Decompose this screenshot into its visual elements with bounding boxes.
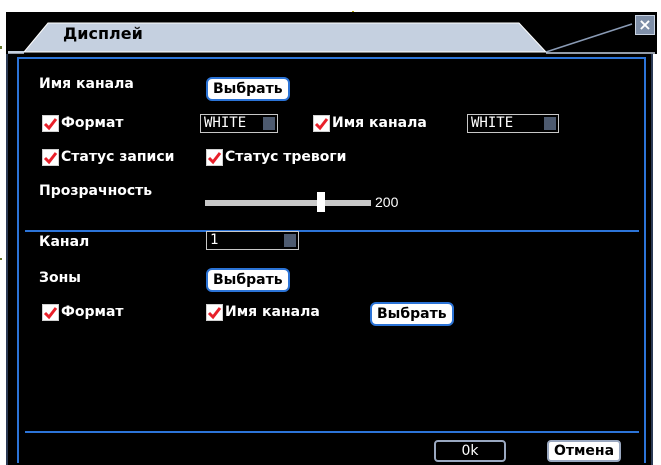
zones-label: Зоны [39, 270, 81, 286]
dropdown-arrow-icon [284, 234, 296, 247]
dropdown-arrow-icon [544, 117, 556, 130]
channel-name-select-button-2[interactable]: Выбрать [370, 302, 454, 326]
channel-label: Канал [39, 234, 90, 250]
channel-name-select-button[interactable]: Выбрать [206, 77, 290, 101]
checkmark-icon [43, 118, 58, 131]
edge-mark [0, 46, 2, 49]
alarm-status-label: Статус тревоги [225, 149, 347, 165]
record-status-checkbox[interactable] [42, 149, 59, 166]
checkmark-icon [43, 152, 58, 165]
dialog-title: Дисплей [63, 24, 143, 43]
channel-select-value: 1 [210, 232, 219, 248]
checkmark-icon [207, 307, 222, 320]
checkmark-icon [43, 307, 58, 320]
channel-select[interactable]: 1 [206, 231, 299, 250]
channel-name-label: Имя канала [39, 76, 134, 92]
close-icon: × [638, 15, 652, 34]
transparency-label: Прозрачность [39, 183, 153, 199]
dropdown-arrow-icon [263, 117, 275, 130]
record-status-label: Статус записи [61, 149, 175, 165]
transparency-slider[interactable] [205, 200, 371, 206]
channel-name-check-label: Имя канала [332, 115, 427, 131]
format-checkbox[interactable] [42, 115, 59, 132]
transparency-value: 200 [375, 194, 399, 210]
channel-name-checkbox-2[interactable] [206, 304, 223, 321]
format-select-value: WHITE [204, 115, 247, 131]
channel-name-select[interactable]: WHITE [467, 114, 559, 133]
edge-mark [0, 258, 2, 260]
ok-button[interactable]: 0k [434, 440, 506, 462]
format-label-2: Формат [61, 304, 124, 320]
checkmark-icon [207, 152, 222, 165]
close-button[interactable]: × [635, 15, 655, 35]
channel-name-label-2: Имя канала [225, 304, 320, 320]
format-label: Формат [61, 115, 124, 131]
channel-name-checkbox[interactable] [313, 115, 330, 132]
format-checkbox-2[interactable] [42, 304, 59, 321]
channel-name-select-value: WHITE [471, 115, 514, 131]
section-divider [25, 230, 639, 232]
display-dialog: Дисплей × Имя канала Выбрать Формат WHIT… [6, 12, 657, 465]
checkmark-icon [314, 118, 329, 131]
alarm-status-checkbox[interactable] [206, 149, 223, 166]
cancel-button[interactable]: Отмена [547, 440, 621, 462]
footer-divider [25, 431, 639, 433]
zones-select-button[interactable]: Выбрать [206, 268, 290, 292]
format-select[interactable]: WHITE [200, 114, 278, 133]
transparency-slider-thumb[interactable] [317, 192, 325, 212]
